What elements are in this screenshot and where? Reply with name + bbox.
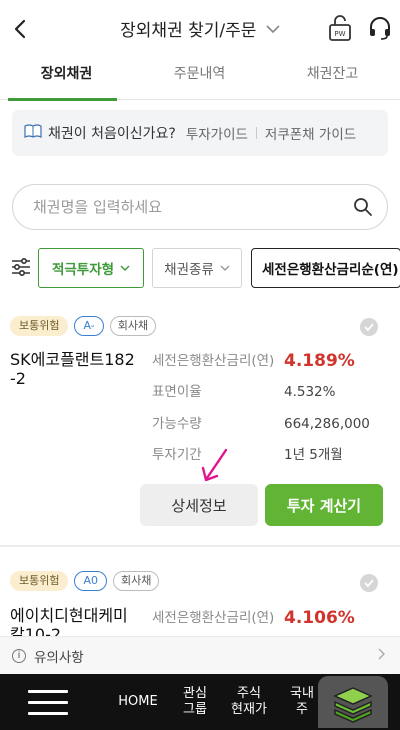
nav-stock-label-2: 현재가 [231, 702, 267, 717]
bond-type-label: 채권종류 [164, 262, 214, 278]
row-label: 투자기간 [152, 447, 202, 463]
row-value: 1년 5개월 [284, 447, 343, 463]
bond-badges: 보통위험 A- 회사채 [10, 316, 157, 336]
nav-interest-label-1: 관심 [183, 686, 207, 701]
sort-label: 세전은행환산금리순(연) [262, 262, 399, 278]
row-label: 세전은행환산금리(연) [152, 353, 275, 369]
info-row-period: 투자기간 1년 5개월 [152, 444, 392, 466]
guide-banner: 채권이 처음이신가요? 투자가이드 저쿠폰채 가이드 [12, 110, 388, 156]
headset-icon[interactable] [368, 16, 392, 40]
search-input[interactable] [33, 198, 353, 216]
card-divider [0, 545, 400, 547]
risk-badge: 보통위험 [10, 316, 69, 336]
guide-question: 채권이 처음이신가요? [48, 126, 176, 142]
nav-stock-label-1: 주식 [237, 686, 261, 701]
info-row-pretax-rate: 세전은행환산금리(연) 4.106% [152, 607, 392, 629]
chevron-down-icon [120, 265, 130, 271]
bond-badges: 보통위험 A0 회사채 [10, 571, 160, 591]
hamburger-menu-icon[interactable] [28, 690, 68, 716]
search-box [12, 184, 388, 230]
nav-stock-price[interactable]: 주식 현재가 [222, 674, 276, 730]
risk-type-filter[interactable]: 적극투자형 [38, 248, 144, 288]
notice-bar[interactable]: i 유의사항 [0, 636, 400, 674]
page-title: 장외채권 찾기/주문 [120, 21, 257, 41]
bond-type-badge: 회사채 [109, 316, 157, 336]
nav-interest-label-2: 그룹 [183, 702, 207, 717]
low-coupon-guide-link[interactable]: 저쿠폰채 가이드 [265, 123, 356, 143]
row-value: 664,286,000 [284, 416, 370, 432]
nav-home-label: HOME [118, 694, 158, 709]
info-icon: i [12, 648, 26, 663]
select-checkbox[interactable] [360, 318, 378, 336]
tab-order-history[interactable]: 주문내역 [133, 58, 266, 100]
row-value: 4.532% [284, 384, 336, 400]
app-screen: 장외채권 찾기/주문 PW 장외채권 주문내역 채권잔고 채권이 처음이신가요?… [0, 0, 400, 730]
book-icon [24, 124, 42, 142]
bond-name[interactable]: SK에코플랜트182-2 [10, 350, 140, 388]
notice-label: 유의사항 [34, 649, 84, 666]
pw-label: PW [334, 30, 345, 38]
investment-calculator-button[interactable]: 투자 계산기 [265, 484, 383, 526]
check-icon [364, 323, 374, 332]
header: 장외채권 찾기/주문 PW [0, 0, 400, 58]
row-label: 가능수량 [152, 416, 202, 432]
filter-settings-icon[interactable] [10, 256, 32, 278]
row-label: 세전은행환산금리(연) [152, 610, 275, 626]
sort-selector[interactable]: 세전은행환산금리순(연) [251, 248, 400, 288]
bottom-nav: HOME 관심 그룹 주식 현재가 국내 주 [0, 674, 400, 730]
grade-badge: A0 [74, 571, 108, 591]
bond-type-badge: 회사채 [113, 571, 160, 591]
layers-icon [333, 687, 373, 723]
divider [255, 127, 257, 139]
search-icon[interactable] [353, 197, 373, 217]
tab-bond-balance[interactable]: 채권잔고 [266, 58, 399, 100]
row-label: 표면이율 [152, 384, 202, 400]
info-row-coupon-rate: 표면이율 4.532% [152, 381, 392, 403]
row-value: 4.189% [284, 351, 355, 371]
tab-bar: 장외채권 주문내역 채권잔고 [0, 58, 400, 101]
chevron-down-icon [220, 265, 230, 271]
chevron-down-icon [266, 24, 280, 33]
row-value: 4.106% [284, 608, 355, 628]
info-row-pretax-rate: 세전은행환산금리(연) 4.189% [152, 350, 392, 372]
check-icon [364, 579, 374, 588]
tab-otc-bond[interactable]: 장외채권 [0, 58, 133, 101]
risk-type-label: 적극투자형 [51, 262, 115, 278]
chevron-right-icon [378, 648, 386, 664]
grade-badge: A- [74, 316, 104, 336]
risk-badge: 보통위험 [10, 571, 69, 591]
select-checkbox[interactable] [360, 574, 378, 592]
layers-menu-button[interactable] [318, 676, 388, 728]
info-row-available-qty: 가능수량 664,286,000 [152, 413, 392, 435]
invest-guide-link[interactable]: 투자가이드 [186, 123, 248, 143]
nav-interest-group[interactable]: 관심 그룹 [170, 674, 220, 730]
bond-type-filter[interactable]: 채권종류 [152, 248, 242, 288]
detail-button[interactable]: 상세정보 [140, 484, 258, 526]
nav-home[interactable]: HOME [112, 674, 164, 730]
nav-domestic-label-2: 주 [296, 702, 308, 717]
pink-arrow-annotation [201, 448, 228, 482]
nav-domestic-label-1: 국내 [290, 686, 314, 701]
password-lock-icon[interactable]: PW [328, 14, 352, 42]
